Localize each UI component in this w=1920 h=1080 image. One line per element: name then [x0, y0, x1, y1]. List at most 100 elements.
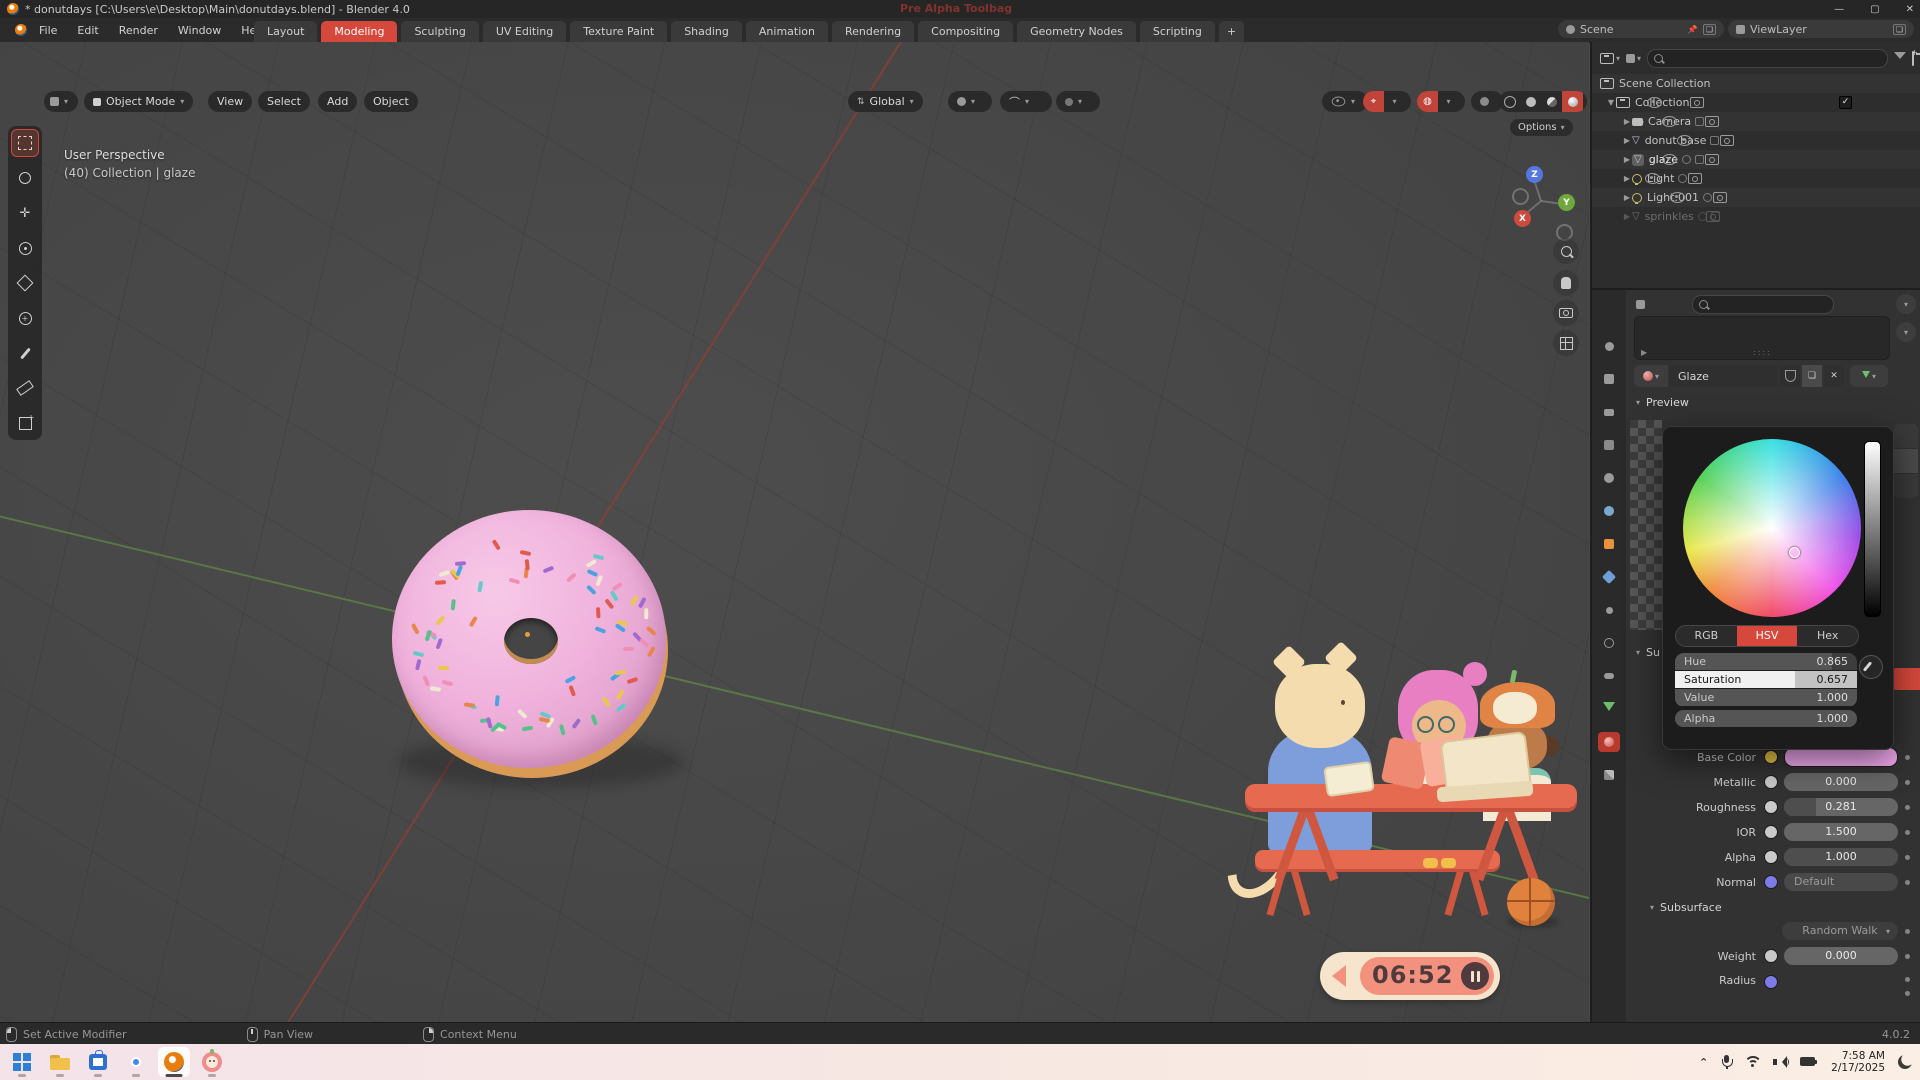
tab-scripting[interactable]: Scripting	[1140, 21, 1215, 42]
zoom-button[interactable]	[1553, 238, 1579, 264]
outliner-row-light-001[interactable]: ▶Light.001	[1592, 188, 1920, 207]
socket-icon[interactable]	[1764, 875, 1778, 889]
microsoft-store-button[interactable]	[82, 1047, 114, 1077]
physics-properties-tab[interactable]	[1598, 633, 1620, 653]
keyframe-dot[interactable]	[1905, 954, 1910, 959]
timer-back-button[interactable]	[1332, 965, 1346, 987]
filter-funnel-button[interactable]	[1894, 52, 1906, 65]
tab-uv-editing[interactable]: UV Editing	[483, 21, 566, 42]
transform-orientation-dropdown[interactable]: ⇅Global▾	[848, 91, 923, 112]
show-overlays-toggle[interactable]: ◍	[1417, 91, 1438, 112]
resize-grip[interactable]: ::::	[1753, 348, 1772, 357]
toggle-projection-button[interactable]	[1553, 330, 1579, 356]
ior-slider[interactable]: 1.500	[1784, 823, 1898, 841]
show-gizmo-toggle[interactable]: ⌖	[1363, 91, 1384, 112]
tab-layout[interactable]: Layout	[254, 21, 317, 42]
snap-toggle[interactable]: ⌒▾	[1000, 91, 1052, 112]
scale-tool[interactable]	[12, 270, 38, 296]
slot-expand-arrow[interactable]: ▶	[1641, 348, 1647, 357]
material-slot-list[interactable]: ▶ ::::	[1634, 316, 1890, 360]
disable-render-toggle[interactable]	[1688, 173, 1702, 184]
hsv-tab[interactable]: HSV	[1737, 626, 1798, 646]
socket-icon[interactable]	[1764, 825, 1778, 839]
navigation-gizmo[interactable]: Z Y X	[1498, 158, 1584, 244]
hex-tab[interactable]: Hex	[1797, 626, 1858, 646]
focus-assist-moon-icon[interactable]	[1898, 1055, 1912, 1069]
preview-section-header[interactable]: ▾ Preview	[1636, 396, 1689, 409]
tab-compositing[interactable]: Compositing	[918, 21, 1013, 42]
menu-file[interactable]: File	[30, 21, 66, 40]
color-wheel[interactable]	[1683, 439, 1861, 617]
rotate-tool[interactable]	[12, 235, 38, 261]
disable-render-toggle[interactable]	[1705, 154, 1719, 165]
new-view-layer-button[interactable]: ❏	[1893, 24, 1906, 35]
outliner-row-camera[interactable]: ▶Camera	[1592, 112, 1920, 131]
3d-viewport[interactable]: ▾ Object Mode▾ View Select Add Object ⇅G…	[0, 42, 1589, 1022]
base-color-swatch[interactable]	[1784, 747, 1898, 767]
roughness-slider[interactable]: 0.281	[1784, 798, 1898, 816]
annotate-tool[interactable]	[12, 340, 38, 366]
outliner-display-mode-dropdown[interactable]: ▾	[1600, 53, 1620, 64]
disable-render-toggle[interactable]	[1705, 116, 1719, 127]
view-layer-selector[interactable]: ViewLayer ❏	[1728, 20, 1914, 38]
normal-dropdown[interactable]: Default	[1784, 873, 1898, 891]
render-properties-tab[interactable]	[1598, 369, 1620, 389]
shading-solid-button[interactable]	[1520, 91, 1541, 112]
proportional-editing-toggle[interactable]: ▾	[1056, 91, 1100, 112]
start-button[interactable]	[6, 1047, 38, 1077]
gizmo-dropdown[interactable]: ▾	[1384, 91, 1405, 112]
new-scene-button[interactable]: ❏	[1703, 24, 1716, 35]
keyframe-dot[interactable]	[1905, 991, 1910, 996]
blender-menu-icon[interactable]	[15, 24, 27, 36]
gizmo-neg-y-axis[interactable]	[1512, 188, 1529, 205]
outliner-search-input[interactable]	[1647, 49, 1888, 68]
keyframe-dot[interactable]	[1905, 780, 1910, 785]
object-menu[interactable]: Object	[364, 91, 418, 112]
socket-icon[interactable]	[1764, 775, 1778, 789]
metallic-slider[interactable]: 0.000	[1784, 773, 1898, 791]
object-data-properties-tab[interactable]	[1598, 699, 1620, 719]
scene-properties-tab[interactable]	[1598, 468, 1620, 488]
socket-icon[interactable]	[1764, 800, 1778, 814]
modifier-properties-tab[interactable]	[1598, 567, 1620, 587]
gizmo-x-axis[interactable]: X	[1514, 210, 1531, 227]
overlays-dropdown[interactable]: ▾	[1438, 91, 1459, 112]
cursor-tool[interactable]	[12, 165, 38, 191]
alpha-slider[interactable]: 1.000	[1784, 848, 1898, 866]
tab-shading[interactable]: Shading	[671, 21, 742, 42]
object-visibility-dropdown[interactable]: ▾	[1322, 91, 1368, 112]
outliner-row-scene-collection[interactable]: Scene Collection	[1592, 74, 1920, 93]
keyframe-dot[interactable]	[1905, 830, 1910, 835]
tab-rendering[interactable]: Rendering	[832, 21, 914, 42]
tab-modeling[interactable]: Modeling	[321, 21, 397, 42]
shading-wireframe-button[interactable]	[1499, 91, 1520, 112]
tool-properties-tab[interactable]	[1598, 336, 1620, 356]
shading-material-button[interactable]	[1541, 91, 1562, 112]
pomodoro-app-button[interactable]	[196, 1047, 228, 1077]
slot-specials-button[interactable]: ▾	[1896, 322, 1916, 342]
preview-type-sphere-button[interactable]	[1894, 449, 1918, 473]
add-menu[interactable]: Add	[318, 91, 357, 112]
material-name-field[interactable]: Glaze	[1670, 365, 1778, 387]
output-properties-tab[interactable]	[1598, 402, 1620, 422]
outliner-row-glaze[interactable]: ▶▽glaze	[1592, 150, 1920, 169]
pan-hand-button[interactable]	[1553, 270, 1579, 296]
keyframe-dot[interactable]	[1905, 805, 1910, 810]
keyframe-dot[interactable]	[1905, 855, 1910, 860]
mode-dropdown[interactable]: Object Mode▾	[84, 91, 193, 112]
pivot-point-dropdown[interactable]: ▾	[948, 91, 992, 112]
microphone-icon[interactable]	[1721, 1055, 1731, 1069]
constraints-properties-tab[interactable]	[1598, 666, 1620, 686]
socket-icon[interactable]	[1764, 949, 1778, 963]
hide-eye-toggle[interactable]	[1670, 192, 1685, 203]
keyframe-dot[interactable]	[1905, 929, 1910, 934]
properties-search-input[interactable]	[1692, 295, 1834, 314]
scene-selector[interactable]: Scene 📌 ❏	[1558, 20, 1724, 38]
keyframe-dot[interactable]	[1905, 880, 1910, 885]
pomodoro-timer-widget[interactable]: 06:52	[1320, 952, 1500, 1000]
add-workspace-button[interactable]: +	[1219, 21, 1244, 42]
socket-icon[interactable]	[1764, 975, 1778, 989]
color-wheel-cursor[interactable]	[1789, 547, 1800, 558]
eyedropper-button[interactable]	[1859, 655, 1883, 679]
wifi-icon[interactable]	[1744, 1056, 1760, 1068]
